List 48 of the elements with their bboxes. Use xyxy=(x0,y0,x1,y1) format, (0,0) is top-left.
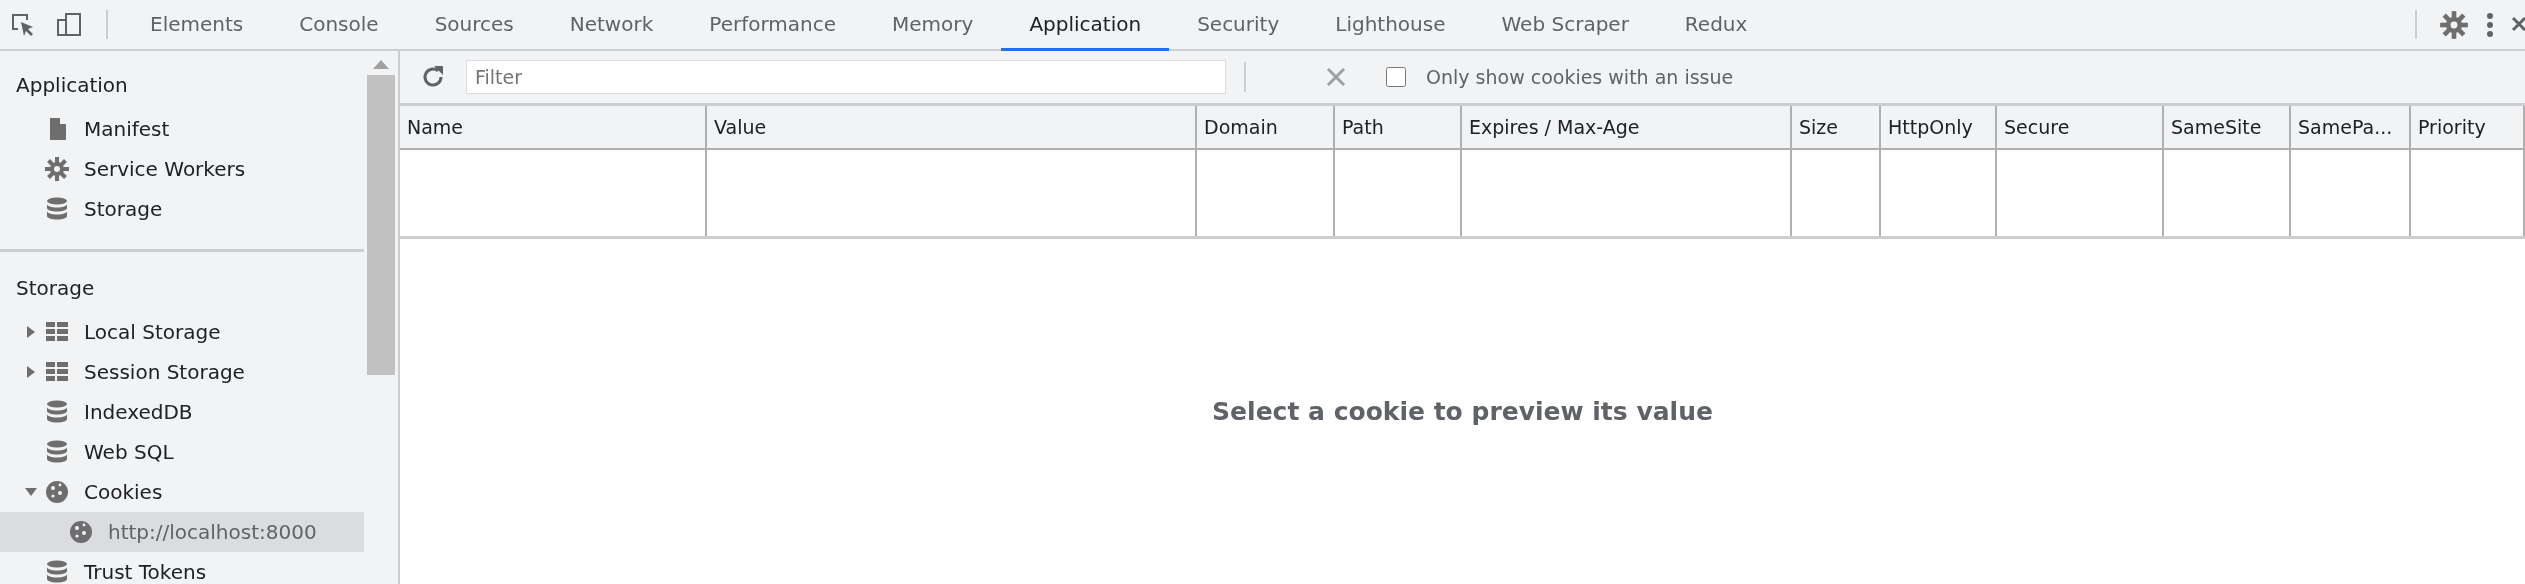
sidebar-item[interactable]: http://localhost:8000 xyxy=(0,512,364,552)
column-header[interactable]: Name xyxy=(400,106,707,150)
panel-tab[interactable]: Application xyxy=(1001,0,1170,51)
database-icon xyxy=(44,439,70,465)
sidebar-item[interactable]: Manifest xyxy=(0,109,364,149)
panel-tab[interactable]: Security xyxy=(1169,0,1308,51)
sidebar-item[interactable]: Session Storage xyxy=(0,352,364,392)
panel-tab[interactable]: Redux xyxy=(1656,0,1776,51)
database-icon xyxy=(44,559,70,584)
panel-tab[interactable]: Elements xyxy=(122,0,272,51)
column-header[interactable]: Path xyxy=(1335,106,1462,150)
column-header[interactable]: Expires / Max-Age xyxy=(1462,106,1792,150)
filter-field[interactable]: Filter xyxy=(466,60,1226,94)
column-header[interactable]: Domain xyxy=(1197,106,1335,150)
database-icon xyxy=(44,196,70,222)
database-icon xyxy=(44,399,70,425)
sidebar-item[interactable]: Cookies xyxy=(0,472,364,512)
sidebar-item[interactable]: Web SQL xyxy=(0,432,364,472)
cookie-icon xyxy=(68,519,94,545)
panel-tab[interactable]: Web Scraper xyxy=(1473,0,1657,51)
column-header[interactable]: Secure xyxy=(1997,106,2164,150)
column-header[interactable]: Priority xyxy=(2411,106,2525,150)
issue-checkbox[interactable] xyxy=(1386,67,1406,87)
section-title: Application xyxy=(15,72,129,99)
sidebar-item[interactable]: Service Workers xyxy=(0,149,364,189)
section-title: Storage xyxy=(15,275,96,302)
column-header[interactable]: Value xyxy=(707,106,1197,150)
sidebar-item[interactable]: Storage xyxy=(0,189,364,229)
cookie-icon xyxy=(44,479,70,505)
column-header[interactable]: Size xyxy=(1792,106,1881,150)
sidebar-item[interactable]: IndexedDB xyxy=(0,392,364,432)
panel-tab[interactable]: Performance xyxy=(681,0,865,51)
gear-icon xyxy=(44,156,70,182)
panel-tab[interactable]: Memory xyxy=(864,0,1002,51)
sidebar-item[interactable]: Local Storage xyxy=(0,312,364,352)
panel-tab[interactable]: Network xyxy=(541,0,682,51)
sidebar-item[interactable]: Trust Tokens xyxy=(0,552,364,584)
checkbox-label[interactable]: Only show cookies with an issue xyxy=(1426,66,1734,88)
panel-tab[interactable]: Console xyxy=(271,0,407,51)
scroll-up-icon[interactable] xyxy=(373,59,389,69)
panel-tab[interactable]: Sources xyxy=(406,0,542,51)
panel-tab[interactable]: Lighthouse xyxy=(1307,0,1474,51)
column-header[interactable]: SamePa... xyxy=(2291,106,2411,150)
scrollbar-thumb[interactable] xyxy=(367,75,395,375)
scrollbar[interactable] xyxy=(364,51,400,584)
preview-message: Select a cookie to preview its value xyxy=(1212,397,1713,426)
column-header[interactable]: HttpOnly xyxy=(1881,106,1997,150)
column-header[interactable]: SameSite xyxy=(2164,106,2291,150)
